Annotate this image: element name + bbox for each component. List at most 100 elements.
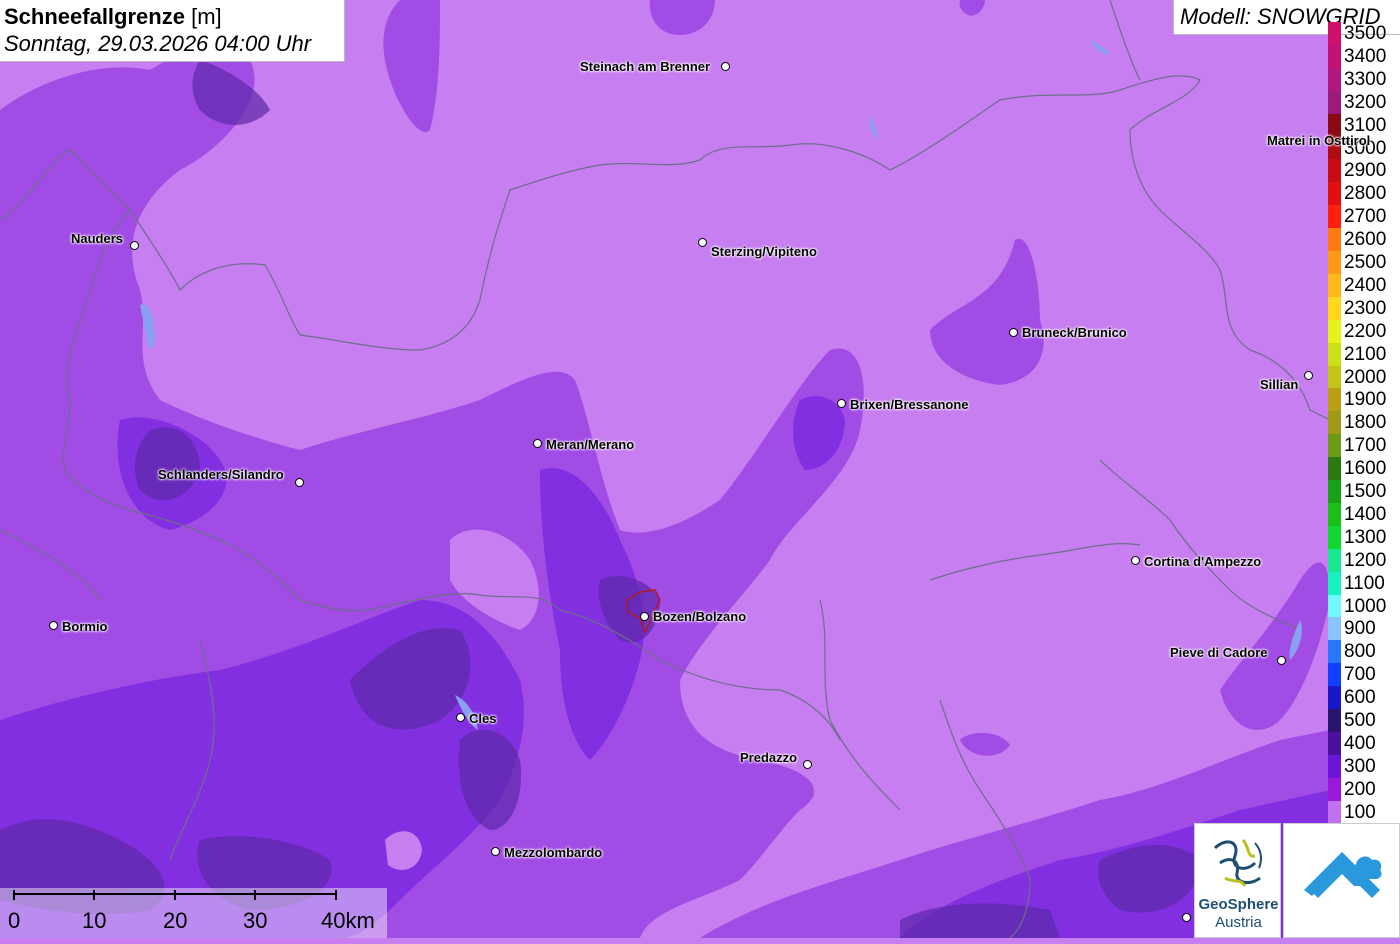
legend-swatch	[1328, 731, 1341, 755]
legend-label: 1200	[1344, 549, 1387, 571]
legend-swatch	[1328, 617, 1341, 641]
legend-swatch	[1328, 365, 1341, 389]
legend-item-800: 800	[1328, 640, 1400, 664]
legend-swatch	[1328, 388, 1341, 412]
map-title-box: Schneefallgrenze [m] Sonntag, 29.03.2026…	[0, 0, 345, 62]
city-marker-icon[interactable]	[130, 241, 139, 250]
legend-label: 2800	[1344, 183, 1387, 205]
city-label[interactable]: Cles	[469, 711, 496, 726]
legend-label: 600	[1344, 687, 1376, 709]
city-label[interactable]: Mezzolombardo	[504, 845, 602, 860]
city-label[interactable]: Cortina d'Ampezzo	[1144, 554, 1261, 569]
legend-label: 1100	[1344, 572, 1385, 594]
city-marker-icon[interactable]	[1182, 913, 1191, 922]
city-marker-icon[interactable]	[533, 439, 542, 448]
legend-item-2300: 2300	[1328, 296, 1400, 320]
legend-item-1700: 1700	[1328, 434, 1400, 458]
legend-swatch	[1328, 319, 1341, 343]
legend-swatch	[1328, 90, 1341, 114]
city-label[interactable]: Bormio	[62, 619, 108, 634]
legend-label: 2400	[1344, 274, 1387, 296]
legend-label: 2900	[1344, 160, 1387, 182]
city-label[interactable]: Pieve di Cadore	[1170, 645, 1268, 660]
legend-swatch	[1328, 342, 1341, 366]
legend-swatch	[1328, 205, 1341, 229]
legend-item-600: 600	[1328, 686, 1400, 710]
legend-item-1900: 1900	[1328, 388, 1400, 412]
city-label[interactable]: Bruneck/Brunico	[1022, 325, 1127, 340]
map-date: Sonntag, 29.03.2026 04:00 Uhr	[4, 31, 312, 56]
legend-swatch	[1328, 663, 1341, 687]
legend-label: 1500	[1344, 481, 1387, 502]
map-title-unit: [m]	[191, 4, 222, 29]
legend-swatch	[1328, 273, 1341, 297]
legend-swatch	[1328, 22, 1341, 45]
legend-label: 300	[1344, 755, 1376, 777]
city-marker-icon[interactable]	[1277, 656, 1286, 665]
geosphere-logo[interactable]: GeoSphere Austria	[1194, 823, 1281, 938]
legend-swatch	[1328, 800, 1341, 824]
legend-item-2400: 2400	[1328, 273, 1400, 297]
legend-item-3400: 3400	[1328, 44, 1400, 68]
city-marker-icon[interactable]	[456, 713, 465, 722]
city-label[interactable]: Steinach am Brenner	[580, 59, 710, 74]
legend-label: 1900	[1344, 389, 1387, 411]
legend-swatch	[1328, 251, 1341, 274]
scale-label-30: 30	[243, 908, 268, 933]
city-marker-icon[interactable]	[1009, 328, 1018, 337]
legend-item-1800: 1800	[1328, 411, 1400, 435]
legend-swatch	[1328, 296, 1341, 320]
city-label[interactable]: Nauders	[71, 231, 123, 246]
city-label[interactable]: Brixen/Bressanone	[850, 397, 969, 412]
city-marker-icon[interactable]	[640, 612, 649, 621]
scale-label-0: 0	[8, 908, 21, 933]
legend-item-200: 200	[1328, 777, 1400, 801]
legend-item-100: 100	[1328, 800, 1400, 824]
legend-item-400: 400	[1328, 731, 1400, 755]
legend-label: 800	[1344, 641, 1376, 663]
legend-label: 3300	[1344, 68, 1387, 90]
legend-swatch	[1328, 709, 1341, 732]
legend-label: 3400	[1344, 45, 1387, 67]
legend-label: 1400	[1344, 503, 1387, 525]
legend-swatch	[1328, 640, 1341, 664]
app-logo[interactable]	[1283, 823, 1400, 938]
legend-label: 1800	[1344, 412, 1387, 434]
city-label[interactable]: Sillian	[1260, 377, 1298, 392]
city-marker-icon[interactable]	[837, 399, 846, 408]
legend-label: 500	[1344, 710, 1376, 731]
legend-item-1200: 1200	[1328, 548, 1400, 572]
city-marker-icon[interactable]	[721, 62, 730, 71]
geosphere-logo-line2: Austria	[1215, 914, 1262, 931]
city-marker-icon[interactable]	[698, 238, 707, 247]
city-label[interactable]: Sterzing/Vipiteno	[711, 244, 817, 259]
city-marker-icon[interactable]	[1304, 371, 1313, 380]
legend-item-2800: 2800	[1328, 182, 1400, 206]
city-marker-icon[interactable]	[49, 621, 58, 630]
city-label[interactable]: Bozen/Bolzano	[653, 609, 746, 624]
city-label[interactable]: Predazzo	[740, 750, 797, 765]
legend-item-500: 500	[1328, 709, 1400, 732]
city-label[interactable]: Matrei in Osttirol	[1267, 133, 1370, 148]
legend-label: 2200	[1344, 320, 1387, 342]
legend-label: 1600	[1344, 458, 1387, 480]
legend-label: 1300	[1344, 526, 1387, 548]
legend-label: 2700	[1344, 206, 1387, 228]
color-legend: 3500 3400 3300 3200 3100 3000 2900 2800 2700 2600…	[1328, 22, 1400, 824]
legend-item-700: 700	[1328, 663, 1400, 687]
legend-label: 200	[1344, 778, 1376, 800]
city-marker-icon[interactable]	[491, 847, 500, 856]
city-marker-icon[interactable]	[295, 478, 304, 487]
legend-item-2000: 2000	[1328, 365, 1400, 389]
legend-item-2500: 2500	[1328, 251, 1400, 274]
city-label[interactable]: Schlanders/Silandro	[158, 467, 284, 482]
legend-item-1500: 1500	[1328, 480, 1400, 503]
legend-label: 1000	[1344, 595, 1387, 617]
city-label[interactable]: Meran/Merano	[546, 437, 634, 452]
legend-swatch	[1328, 457, 1341, 481]
city-marker-icon[interactable]	[803, 760, 812, 769]
legend-swatch	[1328, 434, 1341, 458]
legend-item-1300: 1300	[1328, 525, 1400, 549]
city-marker-icon[interactable]	[1131, 556, 1140, 565]
map-title-main: Schneefallgrenze	[4, 4, 185, 29]
